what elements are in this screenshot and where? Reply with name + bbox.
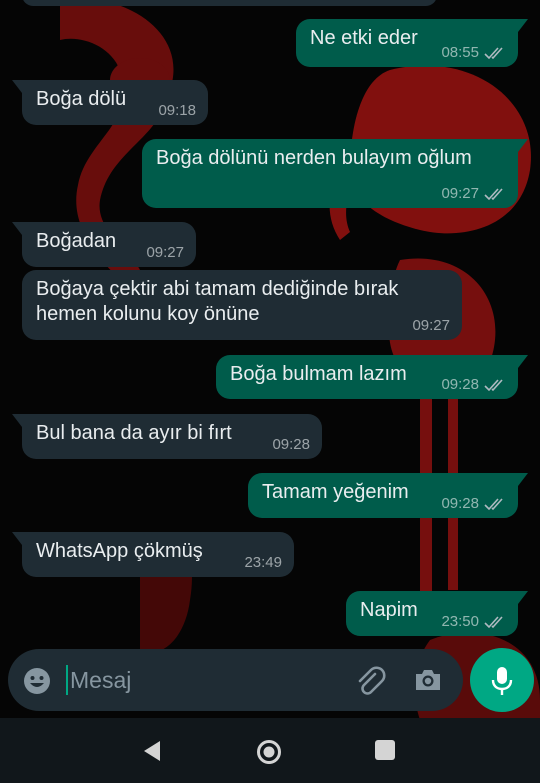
message-bubble[interactable]: Boğa dölü 09:18 — [12, 80, 208, 125]
message-time: 09:27 — [146, 244, 184, 261]
read-ticks-icon — [484, 497, 506, 511]
message-list[interactable]: Ne etki eder 08:55 Boğa dölü 09:18 Boğa … — [0, 0, 540, 640]
message-meta: 08:55 — [441, 45, 506, 61]
mic-button[interactable] — [470, 648, 534, 712]
message-time: 09:28 — [441, 376, 479, 393]
message-time: 09:28 — [441, 495, 479, 512]
message-meta: 09:27 — [412, 318, 450, 334]
message-bubble[interactable]: WhatsApp çökmüş 23:49 — [12, 532, 294, 577]
message-time: 23:50 — [441, 613, 479, 630]
read-ticks-icon — [484, 46, 506, 60]
back-icon[interactable] — [140, 739, 164, 768]
message-time: 09:27 — [412, 317, 450, 334]
message-bubble[interactable]: Napim 23:50 — [346, 591, 528, 636]
read-ticks-icon — [484, 615, 506, 629]
message-text: Boğaya çektir abi tamam dediğinde bırak … — [36, 278, 399, 325]
message-bubble[interactable]: Boğa dölünü nerden bulayım oğlum 09:27 — [142, 139, 528, 208]
attach-icon[interactable] — [354, 665, 386, 702]
message-bubble-partial — [22, 0, 437, 6]
message-bubble[interactable]: Bul bana da ayır bi fırt 09:28 — [12, 414, 322, 459]
read-ticks-icon — [484, 187, 506, 201]
message-meta: 23:50 — [441, 614, 506, 630]
message-bubble[interactable]: Boğadan 09:27 — [12, 222, 196, 267]
message-text: WhatsApp çökmüş — [36, 540, 203, 562]
recents-icon[interactable] — [375, 740, 395, 760]
home-icon[interactable] — [255, 738, 283, 771]
system-nav-bar — [0, 718, 540, 783]
message-bubble[interactable]: Boğaya çektir abi tamam dediğinde bırak … — [22, 270, 462, 340]
message-meta: 23:49 — [244, 555, 282, 571]
message-meta: 09:28 — [441, 496, 506, 512]
message-time: 08:55 — [441, 44, 479, 61]
message-time: 09:27 — [441, 185, 479, 202]
message-text: Boğa dölünü nerden bulayım oğlum — [156, 147, 472, 169]
message-composer[interactable]: Mesaj — [8, 649, 463, 711]
message-bubble[interactable]: Boğa bulmam lazım 09:28 — [216, 355, 528, 399]
message-meta: 09:28 — [441, 377, 506, 393]
read-ticks-icon — [484, 378, 506, 392]
message-time: 23:49 — [244, 554, 282, 571]
message-input[interactable]: Mesaj — [70, 665, 131, 695]
message-time: 09:28 — [272, 436, 310, 453]
message-meta: 09:28 — [272, 437, 310, 453]
message-meta: 09:18 — [158, 103, 196, 119]
message-bubble[interactable]: Tamam yeğenim 09:28 — [248, 473, 528, 518]
message-bubble[interactable]: Ne etki eder 08:55 — [296, 19, 528, 67]
message-text: Bul bana da ayır bi fırt — [36, 422, 232, 444]
text-caret — [66, 665, 68, 695]
message-meta: 09:27 — [441, 186, 506, 202]
message-time: 09:18 — [158, 102, 196, 119]
camera-icon[interactable] — [413, 665, 443, 700]
emoji-icon[interactable] — [22, 666, 52, 701]
message-meta: 09:27 — [146, 245, 184, 261]
